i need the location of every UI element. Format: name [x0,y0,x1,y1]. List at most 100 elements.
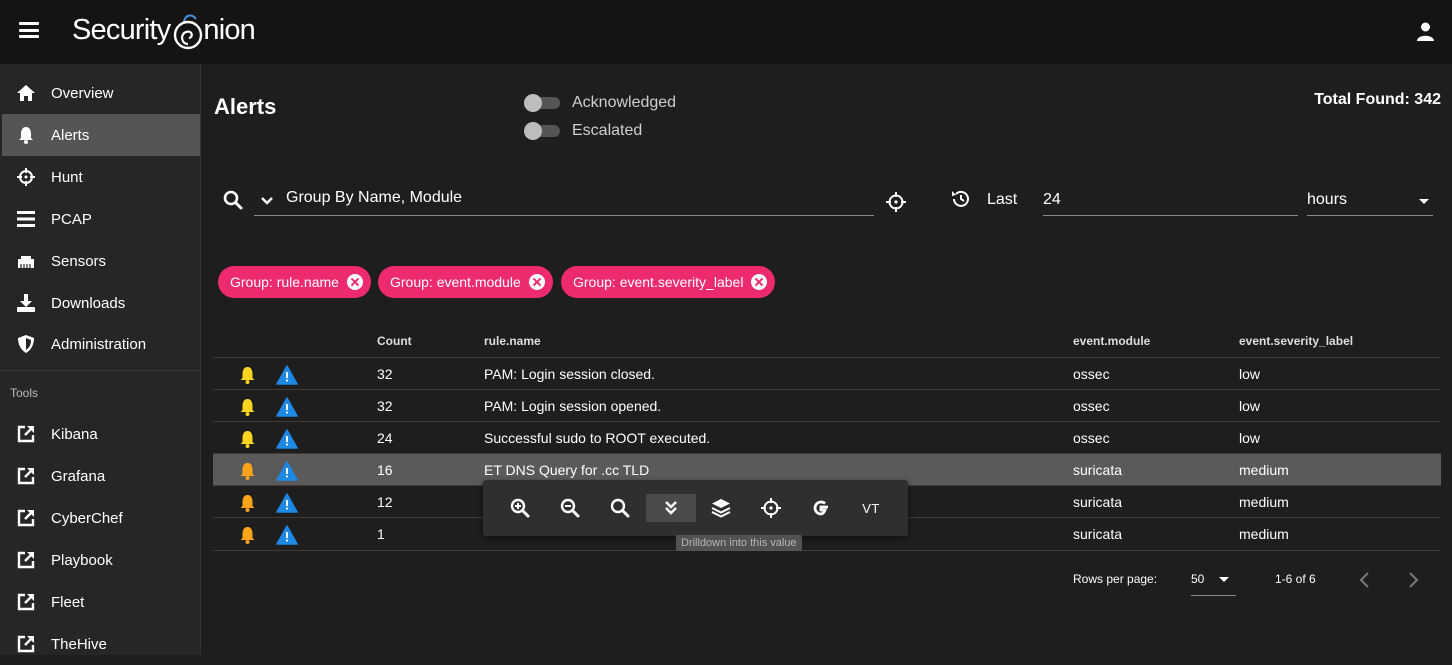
rule-name-cell[interactable]: PAM: Login session opened. [484,398,661,414]
sidebar: Overview Alerts Hunt PCAP Sensors Downlo… [0,64,201,655]
user-account-icon[interactable] [1417,22,1434,41]
bell-icon[interactable] [239,366,256,384]
caret-down-icon[interactable] [1219,577,1229,582]
query-input[interactable]: Group By Name, Module [254,183,874,216]
warning-triangle-icon[interactable] [276,525,298,545]
warning-triangle-icon[interactable] [276,493,298,513]
severity-cell[interactable]: medium [1239,526,1289,542]
rows-per-page-select[interactable]: 50 [1191,566,1236,596]
close-circle-icon[interactable] [528,274,545,290]
bell-icon[interactable] [239,494,256,512]
sidebar-item-pcap[interactable]: PCAP [2,198,200,240]
hamburger-menu-icon[interactable] [19,22,39,42]
event-module-cell[interactable]: suricata [1073,494,1122,510]
group-chip-rule-name[interactable]: Group: rule.name [218,266,371,298]
list-icon [16,209,36,229]
escalated-toggle[interactable]: Escalated [524,122,642,140]
top-app-bar: Security nion [0,0,1452,64]
close-circle-icon[interactable] [751,274,768,290]
virustotal-button[interactable]: VT [846,494,896,522]
count-cell[interactable]: 32 [377,366,393,382]
exclude-value-button[interactable] [545,494,595,522]
column-header-event-module[interactable]: event.module [1073,334,1150,348]
bell-icon[interactable] [239,430,256,448]
table-row[interactable]: 32 PAM: Login session closed. ossec low [213,357,1441,389]
chevron-left-icon[interactable] [1358,572,1370,588]
bell-icon[interactable] [239,462,256,480]
group-by-button[interactable] [696,494,746,522]
close-circle-icon[interactable] [346,274,363,290]
severity-cell[interactable]: low [1239,430,1260,446]
event-module-cell[interactable]: ossec [1073,366,1110,382]
crosshairs-icon[interactable] [886,192,906,212]
sidebar-item-kibana[interactable]: Kibana [2,413,200,455]
sidebar-item-label: Kibana [51,425,98,443]
google-search-button[interactable] [796,494,846,522]
sidebar-item-sensors[interactable]: Sensors [2,240,200,282]
event-module-cell[interactable]: ossec [1073,398,1110,414]
column-header-severity-label[interactable]: event.severity_label [1239,334,1353,348]
sidebar-item-fleet[interactable]: Fleet [2,581,200,623]
severity-cell[interactable]: low [1239,366,1260,382]
bell-icon[interactable] [239,526,256,544]
bell-icon[interactable] [239,398,256,416]
search-icon[interactable] [223,190,243,210]
severity-cell[interactable]: medium [1239,462,1289,478]
sidebar-item-alerts[interactable]: Alerts [2,114,200,156]
onion-logo-icon [173,14,203,50]
warning-triangle-icon[interactable] [276,365,298,385]
include-value-button[interactable] [495,494,545,522]
rule-name-cell[interactable]: Successful sudo to ROOT executed. [484,430,710,446]
column-header-count[interactable]: Count [377,334,412,348]
sidebar-item-thehive[interactable]: TheHive [2,623,200,665]
page-title: Alerts [214,94,277,119]
column-header-rule-name[interactable]: rule.name [484,334,541,348]
time-unit-select[interactable]: hours [1307,185,1433,216]
group-chip-event-module[interactable]: Group: event.module [378,266,553,298]
severity-cell[interactable]: low [1239,398,1260,414]
time-range-value[interactable]: 24 [1043,191,1061,209]
query-text[interactable]: Group By Name, Module [286,189,462,207]
chevron-down-icon[interactable] [260,194,274,208]
event-module-cell[interactable]: ossec [1073,430,1110,446]
rows-per-page-value[interactable]: 50 [1191,572,1204,586]
warning-triangle-icon[interactable] [276,429,298,449]
count-cell[interactable]: 1 [377,526,385,542]
history-icon [952,190,969,207]
event-module-cell[interactable]: suricata [1073,526,1122,542]
sidebar-item-downloads[interactable]: Downloads [2,282,200,324]
warning-triangle-icon[interactable] [276,461,298,481]
acknowledged-toggle[interactable]: Acknowledged [524,94,676,112]
toggle-switch[interactable] [524,94,560,112]
sidebar-item-label: CyberChef [51,509,123,527]
sidebar-item-overview[interactable]: Overview [2,72,200,114]
pivot-hunt-button[interactable] [746,494,796,522]
caret-down-icon[interactable] [1419,199,1429,204]
count-cell[interactable]: 12 [377,494,393,510]
chevron-right-icon[interactable] [1408,572,1420,588]
toggle-switch[interactable] [524,122,560,140]
group-chip-severity-label[interactable]: Group: event.severity_label [561,266,776,298]
count-cell[interactable]: 32 [377,398,393,414]
event-module-cell[interactable]: suricata [1073,462,1122,478]
sidebar-item-grafana[interactable]: Grafana [2,455,200,497]
zoom-out-icon [560,498,580,518]
time-unit-value[interactable]: hours [1307,191,1347,209]
table-row[interactable]: 32 PAM: Login session opened. ossec low [213,389,1441,421]
severity-cell[interactable]: medium [1239,494,1289,510]
rule-name-cell[interactable]: PAM: Login session closed. [484,366,655,382]
count-cell[interactable]: 24 [377,430,393,446]
sidebar-item-hunt[interactable]: Hunt [2,156,200,198]
warning-triangle-icon[interactable] [276,397,298,417]
sidebar-item-administration[interactable]: Administration [2,323,200,365]
count-cell[interactable]: 16 [377,462,393,478]
sidebar-item-cyberchef[interactable]: CyberChef [2,497,200,539]
drilldown-button[interactable] [646,494,696,522]
time-range-input[interactable]: 24 [1043,185,1298,216]
table-row[interactable]: 24 Successful sudo to ROOT executed. ossec… [213,421,1441,453]
sidebar-item-playbook[interactable]: Playbook [2,539,200,581]
only-value-button[interactable] [595,494,645,522]
rule-name-cell[interactable]: ET DNS Query for .cc TLD [484,462,649,478]
zoom-in-icon [510,498,530,518]
drilldown-icon [665,501,677,515]
